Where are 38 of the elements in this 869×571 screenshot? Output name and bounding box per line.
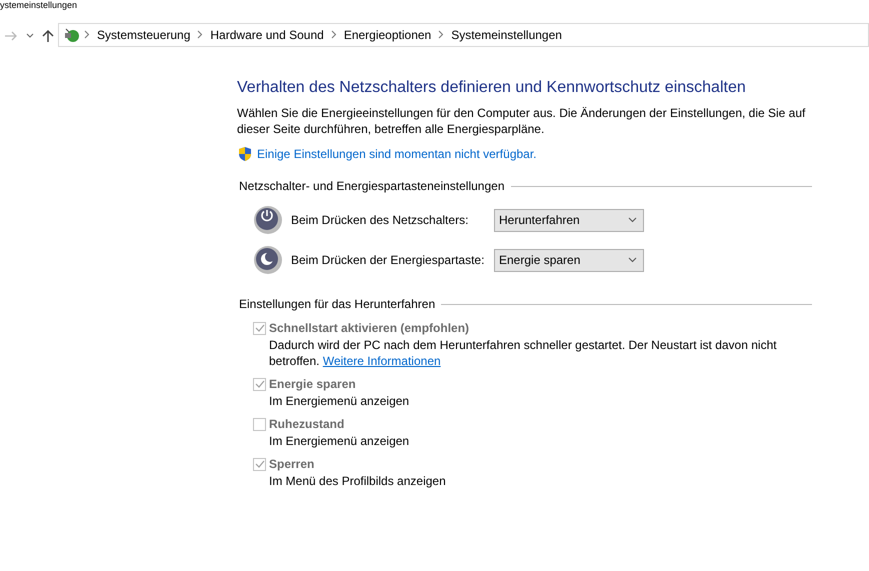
- check-icon: [254, 380, 264, 388]
- breadcrumb-item[interactable]: Hardware und Sound: [206, 26, 328, 44]
- breadcrumb-item[interactable]: Energieoptionen: [340, 26, 436, 44]
- option-label: Sperren: [269, 456, 314, 474]
- moon-icon: [253, 245, 283, 276]
- intro-text: Wählen Sie die Energieeinstellungen für den Computer aus. Die Änderungen der Einstellungen, die Sie auf dieser Seite durchführen, betreffen alle Energiesparpläne.: [237, 105, 806, 138]
- breadcrumb-item[interactable]: Systemeinstellungen: [447, 26, 566, 44]
- chevron-icon: [197, 30, 204, 40]
- option-description: Im Energiemenü anzeigen: [269, 393, 410, 410]
- section-title: Netzschalter- und Energiespartasteneinstellungen: [239, 178, 504, 196]
- power-icon: [253, 205, 283, 236]
- option-label: Energie sparen: [269, 376, 356, 394]
- window-title: ystemeinstellungen: [0, 0, 78, 10]
- caret-icon: [628, 217, 637, 224]
- chevron-icon: [330, 30, 337, 40]
- setting-label: Beim Drücken der Energiespartaste:: [291, 252, 486, 270]
- unavailable-settings-link[interactable]: Einige Einstellungen sind momentan nicht verfügbar.: [257, 145, 537, 164]
- page-heading: Verhalten des Netzschalters definieren und Kennwortschutz einschalten: [237, 78, 747, 98]
- breadcrumb-item[interactable]: Systemsteuerung: [93, 26, 194, 44]
- action-dropdown[interactable]: Energie sparen: [494, 248, 644, 272]
- shield-icon: [237, 146, 253, 162]
- option-label: Schnellstart aktivieren (empfohlen): [269, 320, 470, 338]
- up-arrow-icon: [42, 28, 54, 43]
- action-dropdown[interactable]: Herunterfahren: [494, 208, 644, 232]
- option-label: Ruhezustand: [269, 416, 344, 434]
- caret-icon: [628, 257, 637, 264]
- check-icon: [254, 324, 264, 332]
- caret-icon: [26, 33, 34, 40]
- check-icon: [254, 460, 264, 468]
- option-description: Dadurch wird der PC nach dem Herunterfahren schneller gestartet. Der Neustart ist davon nicht betroffen. Weitere Informationen: [269, 337, 778, 370]
- chevron-icon: [84, 30, 90, 40]
- option-description: Im Menü des Profilbilds anzeigen: [269, 473, 447, 490]
- option-description: Im Energiemenü anzeigen: [269, 433, 410, 450]
- address-bar[interactable]: Systemsteuerung Hardware und Sound Energieoptionen Systemeinstellungen: [58, 23, 869, 47]
- setting-label: Beim Drücken des Netzschalters:: [291, 212, 470, 230]
- chevron-icon: [438, 30, 444, 40]
- right-arrow-icon: [4, 31, 18, 42]
- section-title: Einstellungen für das Herunterfahren: [239, 296, 436, 314]
